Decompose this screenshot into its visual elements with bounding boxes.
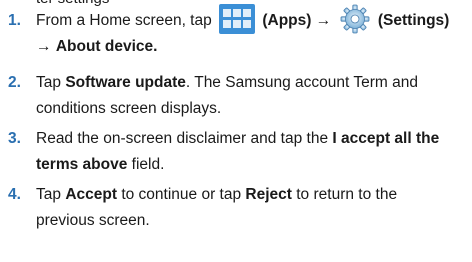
step-text-part: Tap	[36, 74, 61, 91]
step-number: 4.	[8, 186, 21, 203]
accept-terms-label: I accept all the	[332, 130, 440, 147]
step-line: Tap Software update. The Samsung account…	[36, 70, 468, 96]
step-line: previous screen.	[36, 212, 150, 229]
step-line: Read the on-screen disclaimer and tap th…	[36, 126, 468, 152]
step-line: terms above field.	[36, 152, 468, 178]
step-text-part: Tap	[36, 186, 61, 203]
step-number: 3.	[8, 130, 21, 147]
apps-label: (Apps)	[262, 12, 312, 30]
step-line: conditions screen displays.	[36, 100, 222, 117]
step-text-part: field.	[131, 156, 165, 173]
step-number: 1.	[8, 12, 21, 29]
reject-label: Reject	[245, 186, 292, 203]
about-device-label: About device.	[55, 38, 158, 56]
step-text-part: to return to the	[296, 186, 398, 203]
arrow: →	[36, 38, 52, 56]
settings-label: (Settings)	[377, 12, 450, 30]
accept-label: Accept	[65, 186, 117, 203]
step-text: Read the on-screen disclaimer and tap th…	[36, 126, 468, 178]
step-text: Tap Software update. The Samsung account…	[36, 70, 468, 122]
step-line: → About device.	[36, 34, 468, 60]
instruction-page: ter settings 1. From a Home screen, tap	[0, 0, 472, 262]
step-text-part: to continue or tap	[121, 186, 242, 203]
step-text: Tap Accept to continue or tap Reject to …	[36, 182, 468, 234]
step-number: 2.	[8, 74, 21, 91]
settings-gear-icon	[339, 4, 371, 34]
software-update-label: Software update	[65, 74, 186, 91]
step-line: Tap Accept to continue or tap Reject to …	[36, 182, 468, 208]
step-text-part: . The Samsung account Term and	[185, 74, 418, 91]
step-text-part: From a Home screen, tap	[36, 12, 212, 30]
accept-terms-label: terms above	[36, 156, 128, 173]
apps-grid-icon	[219, 4, 256, 34]
arrow: →	[315, 12, 332, 30]
clipped-heading-text: ter settings	[36, 0, 109, 8]
step-text: From a Home screen, tap (Apps) → (Settin…	[36, 4, 468, 60]
step-line: From a Home screen, tap (Apps) → (Settin…	[36, 4, 468, 34]
step-text-part: Read the on-screen disclaimer and tap th…	[36, 130, 329, 147]
